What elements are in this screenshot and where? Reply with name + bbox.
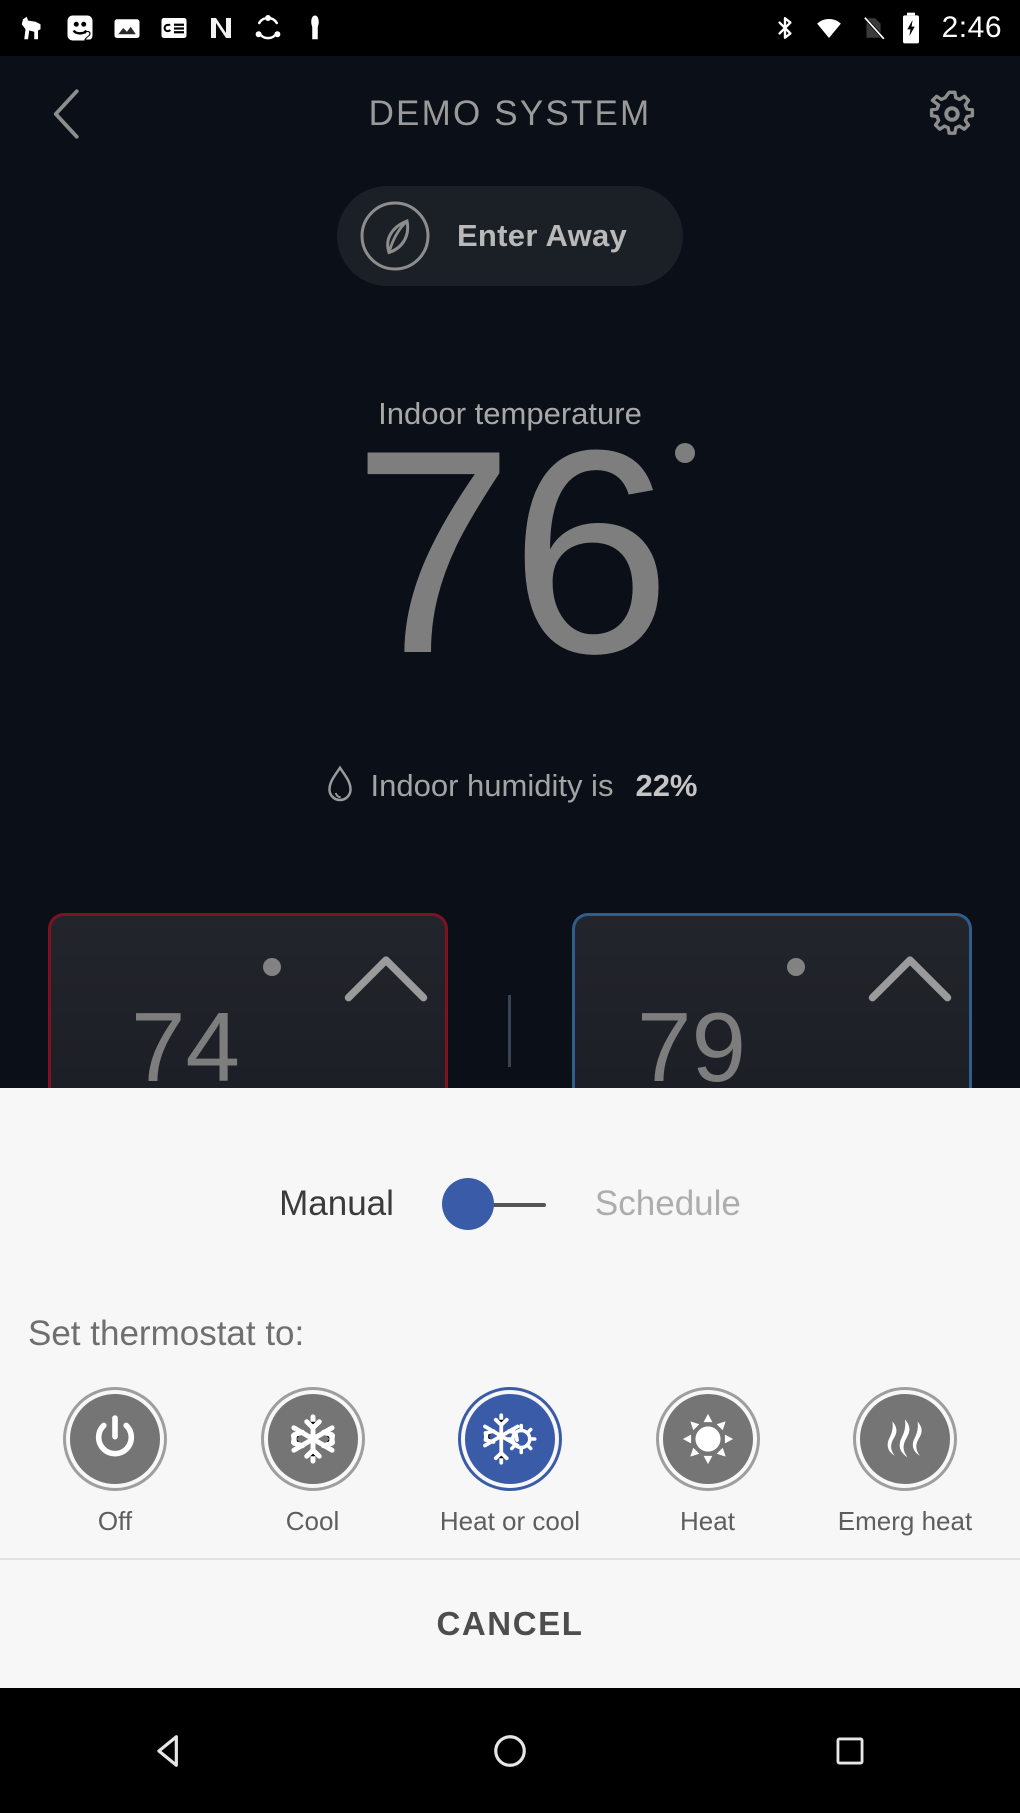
heat-increase-chevron-up-icon[interactable] [341, 948, 431, 1006]
mode-selection-sheet: Manual Schedule Set thermostat to: Off C… [0, 1088, 1020, 1688]
indoor-humidity-value: 22% [635, 768, 698, 803]
enter-away-label: Enter Away [456, 218, 628, 253]
indoor-humidity-row: Indoor humidity is 22% [0, 765, 1020, 807]
bluetooth-icon [778, 17, 792, 39]
nav-back-button[interactable] [110, 1711, 230, 1791]
mode-button-heat-or-cool[interactable]: Heat or cool [435, 1390, 585, 1537]
battery-charging-icon [902, 12, 919, 44]
manual-schedule-toggle[interactable]: Manual Schedule [0, 1088, 1020, 1230]
app-screen: 2 2:46 DEMO SYSTEM Enter Away Indoor tem… [0, 0, 1020, 1813]
triangle-back-icon [157, 1734, 178, 1767]
mode-circle-heat [658, 1390, 757, 1488]
water-drop-icon [327, 765, 352, 802]
mode-label-heat-or-cool: Heat or cool [439, 1506, 581, 1536]
chevron-left-icon [53, 88, 79, 139]
back-button[interactable] [36, 82, 100, 146]
indoor-humidity-text: Indoor humidity is [370, 768, 614, 803]
gear-icon [929, 90, 975, 135]
mode-button-emerg-heat[interactable]: Emerg heat [830, 1390, 980, 1537]
app-bar: DEMO SYSTEM [0, 56, 1020, 171]
android-nav-bar [0, 1688, 1020, 1813]
mode-label-heat: Heat [680, 1506, 735, 1536]
page-title: DEMO SYSTEM [368, 93, 652, 133]
snowflake-icon [290, 1414, 335, 1464]
mode-button-heat[interactable]: Heat [633, 1390, 783, 1537]
nav-home-button[interactable] [450, 1711, 570, 1791]
nav-recents-button[interactable] [790, 1711, 910, 1791]
sync-icon [255, 15, 281, 40]
heat-setpoint-value: 74 [131, 992, 241, 1102]
mode-circle-emerg-heat [856, 1390, 954, 1488]
mode-label-emerg-heat: Emerg heat [837, 1506, 973, 1536]
svg-text:2: 2 [84, 29, 92, 44]
circle-home-icon [494, 1734, 526, 1767]
cool-setpoint-value: 79 [637, 992, 747, 1102]
heat-waves-icon [887, 1419, 922, 1458]
snowflake-sun-icon [483, 1413, 537, 1465]
cancel-button[interactable]: CANCEL [0, 1560, 1020, 1688]
mode-circle-off [66, 1390, 164, 1488]
power-icon [95, 1415, 135, 1457]
cool-degree-dot [787, 958, 805, 976]
cool-increase-chevron-up-icon[interactable] [865, 948, 955, 1006]
no-sim-icon [862, 16, 885, 40]
settings-button[interactable] [920, 82, 984, 146]
sun-icon [682, 1413, 733, 1465]
indoor-temperature-value: 76 [352, 390, 672, 714]
mode-button-off[interactable]: Off [40, 1390, 190, 1537]
set-thermostat-title: Set thermostat to: [28, 1314, 305, 1353]
away-section: Enter Away [0, 186, 1020, 286]
mode-label-cool: Cool [285, 1506, 340, 1536]
mode-button-cool[interactable]: Cool [238, 1390, 388, 1537]
toggle-label-manual[interactable]: Manual [279, 1184, 394, 1224]
nova-launcher-icon [211, 18, 231, 38]
thermostat-mode-list: Off Cool Heat or cool Heat Emerg heat [0, 1354, 1020, 1537]
switch-knob[interactable] [441, 1178, 494, 1230]
heat-setpoint-card[interactable]: 74 [48, 913, 448, 1113]
cool-setpoint-card[interactable]: 79 [572, 913, 972, 1113]
person-icon [311, 15, 319, 40]
heat-degree-dot [263, 958, 281, 976]
clock-time: 2:46 [941, 11, 1002, 44]
square-recents-icon [836, 1737, 864, 1764]
enter-away-button[interactable]: Enter Away [336, 186, 684, 286]
setpoint-divider [508, 995, 511, 1067]
mode-label-off: Off [97, 1506, 133, 1536]
toggle-label-schedule[interactable]: Schedule [595, 1184, 741, 1224]
status-bar-left-icons: 2 [18, 13, 330, 43]
photo-icon [114, 19, 140, 38]
pet-monitor-2-icon: 2 [67, 15, 93, 44]
mode-circle-cool [263, 1390, 362, 1488]
mode-circle-heat-or-cool [461, 1390, 559, 1488]
leaf-icon [360, 201, 430, 271]
status-bar: 2 2:46 [0, 0, 1020, 56]
mode-switch[interactable] [441, 1178, 547, 1230]
wifi-icon [816, 18, 841, 38]
dog-icon [21, 16, 41, 40]
status-bar-right-icons: 2:46 [772, 11, 1002, 45]
google-news-icon [161, 18, 187, 38]
